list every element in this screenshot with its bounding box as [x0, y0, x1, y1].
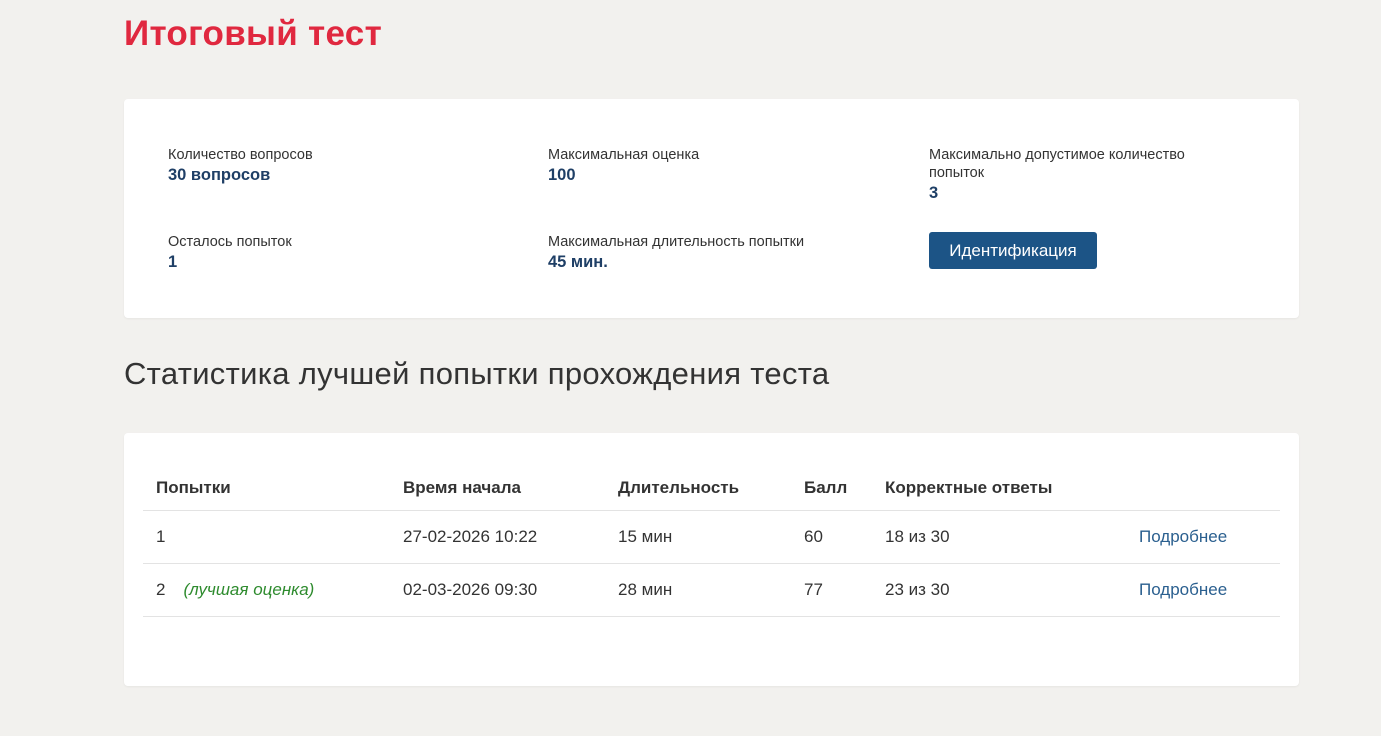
stats-card: Попытки Время начала Длительность Балл К… [124, 433, 1299, 686]
stats-section-title: Статистика лучшей попытки прохождения те… [124, 356, 830, 391]
questions-count-item: Количество вопросов 30 вопросов [168, 146, 458, 186]
max-score-value: 100 [548, 166, 576, 184]
max-attempts-value: 3 [929, 184, 939, 202]
column-header-score: Балл [791, 465, 872, 511]
remaining-attempts-label: Осталось попыток [168, 234, 292, 250]
max-duration-item: Максимальная длительность попытки 45 мин… [548, 233, 868, 273]
best-score-note: (лучшая оценка) [183, 580, 315, 599]
identification-button[interactable]: Идентификация [929, 232, 1097, 269]
max-score-item: Максимальная оценка 100 [548, 146, 838, 186]
test-info-card: Количество вопросов 30 вопросов Максимал… [124, 99, 1299, 318]
table-header-row: Попытки Время начала Длительность Балл К… [143, 465, 1280, 511]
details-cell: Подробнее [1126, 563, 1280, 617]
attempt-cell: 2 (лучшая оценка) [143, 563, 390, 617]
page-title: Итоговый тест [124, 14, 383, 53]
attempt-number: 2 [156, 580, 166, 599]
questions-count-value: 30 вопросов [168, 166, 271, 184]
table-row: 1 27-02-2026 10:22 15 мин 60 18 из 30 По… [143, 510, 1280, 564]
max-attempts-label: Максимально допустимое количество попыто… [929, 147, 1185, 181]
start-time-cell: 02-03-2026 09:30 [390, 563, 605, 617]
table-row: 2 (лучшая оценка) 02-03-2026 09:30 28 мин… [143, 563, 1280, 617]
attempt-number: 1 [156, 527, 166, 546]
questions-count-label: Количество вопросов [168, 147, 313, 163]
column-header-attempts: Попытки [143, 465, 390, 511]
max-attempts-item: Максимально допустимое количество попыто… [929, 146, 1229, 204]
attempt-cell: 1 [143, 510, 390, 564]
column-header-actions [1126, 465, 1280, 511]
attempts-table: Попытки Время начала Длительность Балл К… [143, 465, 1280, 617]
remaining-attempts-value: 1 [168, 253, 178, 271]
column-header-duration: Длительность [605, 465, 791, 511]
max-duration-value: 45 мин. [548, 253, 608, 271]
max-duration-label: Максимальная длительность попытки [548, 234, 805, 250]
details-cell: Подробнее [1126, 510, 1280, 564]
start-time-cell: 27-02-2026 10:22 [390, 510, 605, 564]
details-link[interactable]: Подробнее [1139, 527, 1227, 546]
max-score-label: Максимальная оценка [548, 147, 700, 163]
duration-cell: 28 мин [605, 563, 791, 617]
correct-answers-cell: 18 из 30 [872, 510, 1126, 564]
column-header-correct-answers: Корректные ответы [872, 465, 1126, 511]
correct-answers-cell: 23 из 30 [872, 563, 1126, 617]
score-cell: 77 [791, 563, 872, 617]
page: Итоговый тест Количество вопросов 30 воп… [0, 0, 1381, 736]
score-cell: 60 [791, 510, 872, 564]
remaining-attempts-item: Осталось попыток 1 [168, 233, 458, 273]
duration-cell: 15 мин [605, 510, 791, 564]
details-link[interactable]: Подробнее [1139, 580, 1227, 599]
column-header-start-time: Время начала [390, 465, 605, 511]
